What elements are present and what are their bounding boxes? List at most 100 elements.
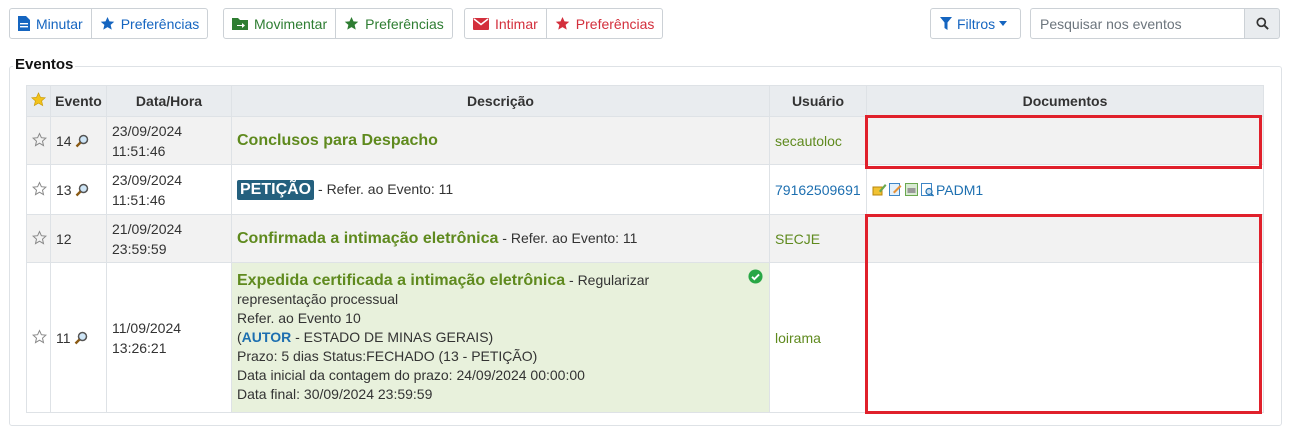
star-icon <box>30 92 47 107</box>
documents-cell: PADM1 <box>866 164 1264 215</box>
event-time: 11:51:46 <box>112 142 166 159</box>
magnifier-icon[interactable] <box>75 134 89 148</box>
search-input[interactable] <box>1030 8 1244 39</box>
star-icon <box>100 16 115 31</box>
datetime-cell: 21/09/2024 23:59:59 <box>106 214 232 263</box>
event-reference: Refer. ao Evento 10 <box>237 310 361 326</box>
minutar-label: Minutar <box>36 15 83 32</box>
document-link-padm1[interactable]: PADM1 <box>936 182 983 198</box>
search-button[interactable] <box>1244 8 1280 39</box>
intimar-group: Intimar Preferências <box>464 8 664 39</box>
pref-label: Preferências <box>120 15 200 32</box>
event-title: Confirmada a intimação eletrônica <box>237 229 499 247</box>
favorite-toggle[interactable] <box>26 116 51 165</box>
minutar-group: Minutar Preferências <box>9 8 209 39</box>
event-number: 11 <box>56 329 71 346</box>
view-document-icon[interactable] <box>920 182 935 197</box>
event-number-cell: 11 <box>50 262 107 413</box>
event-number-cell: 13 <box>50 164 107 215</box>
edit-document-icon[interactable] <box>888 182 903 197</box>
event-badge: PETIÇÃO <box>237 179 315 200</box>
filters-label: Filtros <box>957 15 996 32</box>
event-date: 23/09/2024 <box>112 171 183 188</box>
favorite-toggle[interactable] <box>26 164 51 215</box>
datetime-cell: 23/09/2024 11:51:46 <box>106 116 232 165</box>
description-cell: Expedida certificada a intimação eletrôn… <box>231 262 770 413</box>
caret-down-icon <box>999 21 1008 26</box>
star-icon <box>344 16 359 31</box>
usuario-column-header: Usuário <box>769 85 867 117</box>
description-cell: Conclusos para Despacho <box>231 116 770 165</box>
event-number: 14 <box>56 132 72 149</box>
event-time: 13:26:21 <box>112 339 167 356</box>
event-title: Conclusos para Despacho <box>237 131 438 149</box>
highlight-box <box>865 214 1262 414</box>
documentos-column-header: Documentos <box>866 85 1264 117</box>
user-cell: secautoloc <box>769 116 867 165</box>
datetime-cell: 23/09/2024 11:51:46 <box>106 164 232 215</box>
event-user: secautoloc <box>775 132 842 149</box>
event-search <box>1030 8 1280 39</box>
event-user: loirama <box>775 329 821 346</box>
event-reference: - Refer. ao Evento: 11 <box>314 180 454 197</box>
event-reference: - Refer. ao Evento: 11 <box>498 229 638 246</box>
movimentar-group: Movimentar Preferências <box>223 8 453 39</box>
event-user: SECJE <box>775 230 821 247</box>
filters-dropdown-button[interactable]: Filtros <box>930 8 1021 39</box>
evento-column-header: Evento <box>50 85 107 117</box>
document-icon <box>18 16 30 31</box>
search-icon <box>1255 17 1269 30</box>
toolbar: Minutar Preferências Movimentar Preferên… <box>9 8 1280 39</box>
star-outline-icon <box>31 328 48 344</box>
datetime-cell: 11/09/2024 13:26:21 <box>106 262 232 413</box>
event-date: 11/09/2024 <box>112 319 182 336</box>
party-role: AUTOR <box>241 329 292 345</box>
pref-label: Preferências <box>575 15 655 32</box>
table-header-row: Evento Data/Hora Descrição Usuário Docum… <box>26 85 1264 117</box>
movimentar-preferences-button[interactable]: Preferências <box>336 8 453 39</box>
event-user-link[interactable]: 79162509691 <box>775 182 861 198</box>
pref-label: Preferências <box>365 15 444 32</box>
intimar-label: Intimar <box>495 15 538 32</box>
favorite-toggle[interactable] <box>26 262 51 413</box>
descricao-column-header: Descrição <box>231 85 770 117</box>
user-cell: 79162509691 <box>769 164 867 215</box>
star-outline-icon <box>31 131 48 147</box>
document-actions: PADM1 <box>872 182 1258 198</box>
envelope-icon <box>473 17 489 30</box>
event-start-date: Data inicial da contagem do prazo: 24/09… <box>237 367 585 383</box>
datahora-column-header: Data/Hora <box>106 85 232 117</box>
favorite-column-header[interactable] <box>26 85 51 117</box>
event-date: 23/09/2024 <box>112 122 183 139</box>
document-info-icon[interactable] <box>904 182 919 197</box>
minutar-preferences-button[interactable]: Preferências <box>91 8 209 39</box>
movimentar-label: Movimentar <box>254 15 328 32</box>
check-circle-icon <box>748 269 763 284</box>
user-cell: SECJE <box>769 214 867 263</box>
events-section-title: Eventos <box>13 56 76 73</box>
magnifier-icon[interactable] <box>75 183 89 197</box>
sign-document-icon[interactable] <box>872 182 887 197</box>
minutar-button[interactable]: Minutar <box>9 8 92 39</box>
event-party: (AUTOR - ESTADO DE MINAS GERAIS) <box>237 328 764 347</box>
event-deadline: Prazo: 5 dias Status:FECHADO (13 - PETIÇ… <box>237 348 538 364</box>
intimar-preferences-button[interactable]: Preferências <box>546 8 664 39</box>
magnifier-icon[interactable] <box>74 331 88 345</box>
event-date: 21/09/2024 <box>112 220 183 237</box>
event-end-date: Data final: 30/09/2024 23:59:59 <box>237 386 433 402</box>
star-icon <box>555 16 570 31</box>
event-number-cell: 14 <box>50 116 107 165</box>
event-number: 12 <box>56 230 72 247</box>
table-row: 13 23/09/2024 11:51:46 PETIÇÃO - Refer. … <box>26 164 1264 215</box>
highlight-box <box>865 115 1262 169</box>
intimar-button[interactable]: Intimar <box>464 8 547 39</box>
filter-icon <box>940 17 952 30</box>
movimentar-button[interactable]: Movimentar <box>223 8 337 39</box>
event-title: Expedida certificada a intimação eletrôn… <box>237 272 566 289</box>
description-cell: Confirmada a intimação eletrônica - Refe… <box>231 214 770 263</box>
description-cell: PETIÇÃO - Refer. ao Evento: 11 <box>231 164 770 215</box>
folder-arrow-icon <box>232 17 248 30</box>
favorite-toggle[interactable] <box>26 214 51 263</box>
event-time: 23:59:59 <box>112 240 167 257</box>
user-cell: loirama <box>769 262 867 413</box>
